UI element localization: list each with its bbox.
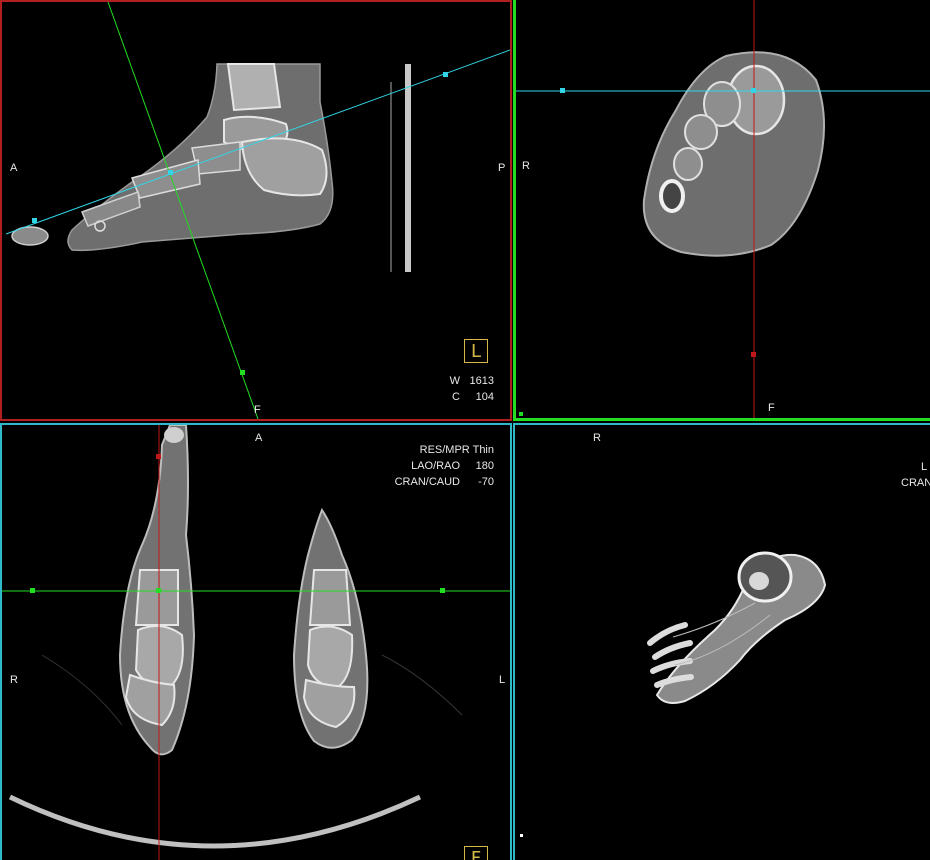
window-level-overlay: W 1613 C 104	[450, 373, 494, 405]
orientation-cube-icon[interactable]: L	[464, 339, 488, 363]
axial-viewport[interactable]: A R L RES/MPR Thin LAO/RAO 180 CRAN/CAUD -…	[0, 423, 512, 860]
projection-overlay: RES/MPR Thin LAO/RAO 180 CRAN/CAUD -70	[395, 442, 494, 490]
orientation-label-left: L	[499, 674, 506, 686]
cran-caud-value: -70	[478, 476, 494, 488]
sagittal-viewport[interactable]: A P F L W 1613 C 104	[0, 0, 512, 421]
coronal-image	[516, 0, 930, 418]
orientation-cube-icon[interactable]: F	[464, 846, 488, 860]
lao-rao-label: LAO/RAO	[411, 460, 460, 472]
orientation-label-anterior: A	[10, 162, 18, 174]
cran-caud-label-clipped: CRAN	[901, 477, 930, 489]
sagittal-image	[5, 2, 510, 419]
cran-caud-label: CRAN/CAUD	[394, 476, 460, 488]
orientation-label-right: R	[522, 160, 530, 172]
window-value: 1613	[469, 375, 494, 387]
orientation-label-posterior: P	[498, 162, 506, 174]
axial-image	[2, 425, 510, 860]
orientation-label-right: R	[10, 674, 18, 686]
orientation-label-foot: F	[254, 404, 261, 416]
orientation-label-right: R	[593, 432, 601, 444]
lao-rao-label-clipped: L	[921, 461, 928, 473]
volume-render-viewport[interactable]: R L CRAN	[513, 423, 930, 860]
center-value: 104	[475, 391, 494, 403]
orientation-label-foot: F	[768, 402, 775, 414]
render-mode: RES/MPR Thin	[419, 444, 494, 456]
coronal-viewport[interactable]: R F	[513, 0, 930, 421]
orientation-label-anterior: A	[255, 432, 263, 444]
lao-rao-value: 180	[475, 460, 494, 472]
center-label: C	[452, 391, 460, 403]
window-label: W	[449, 375, 460, 387]
volume-render-image	[520, 551, 827, 837]
